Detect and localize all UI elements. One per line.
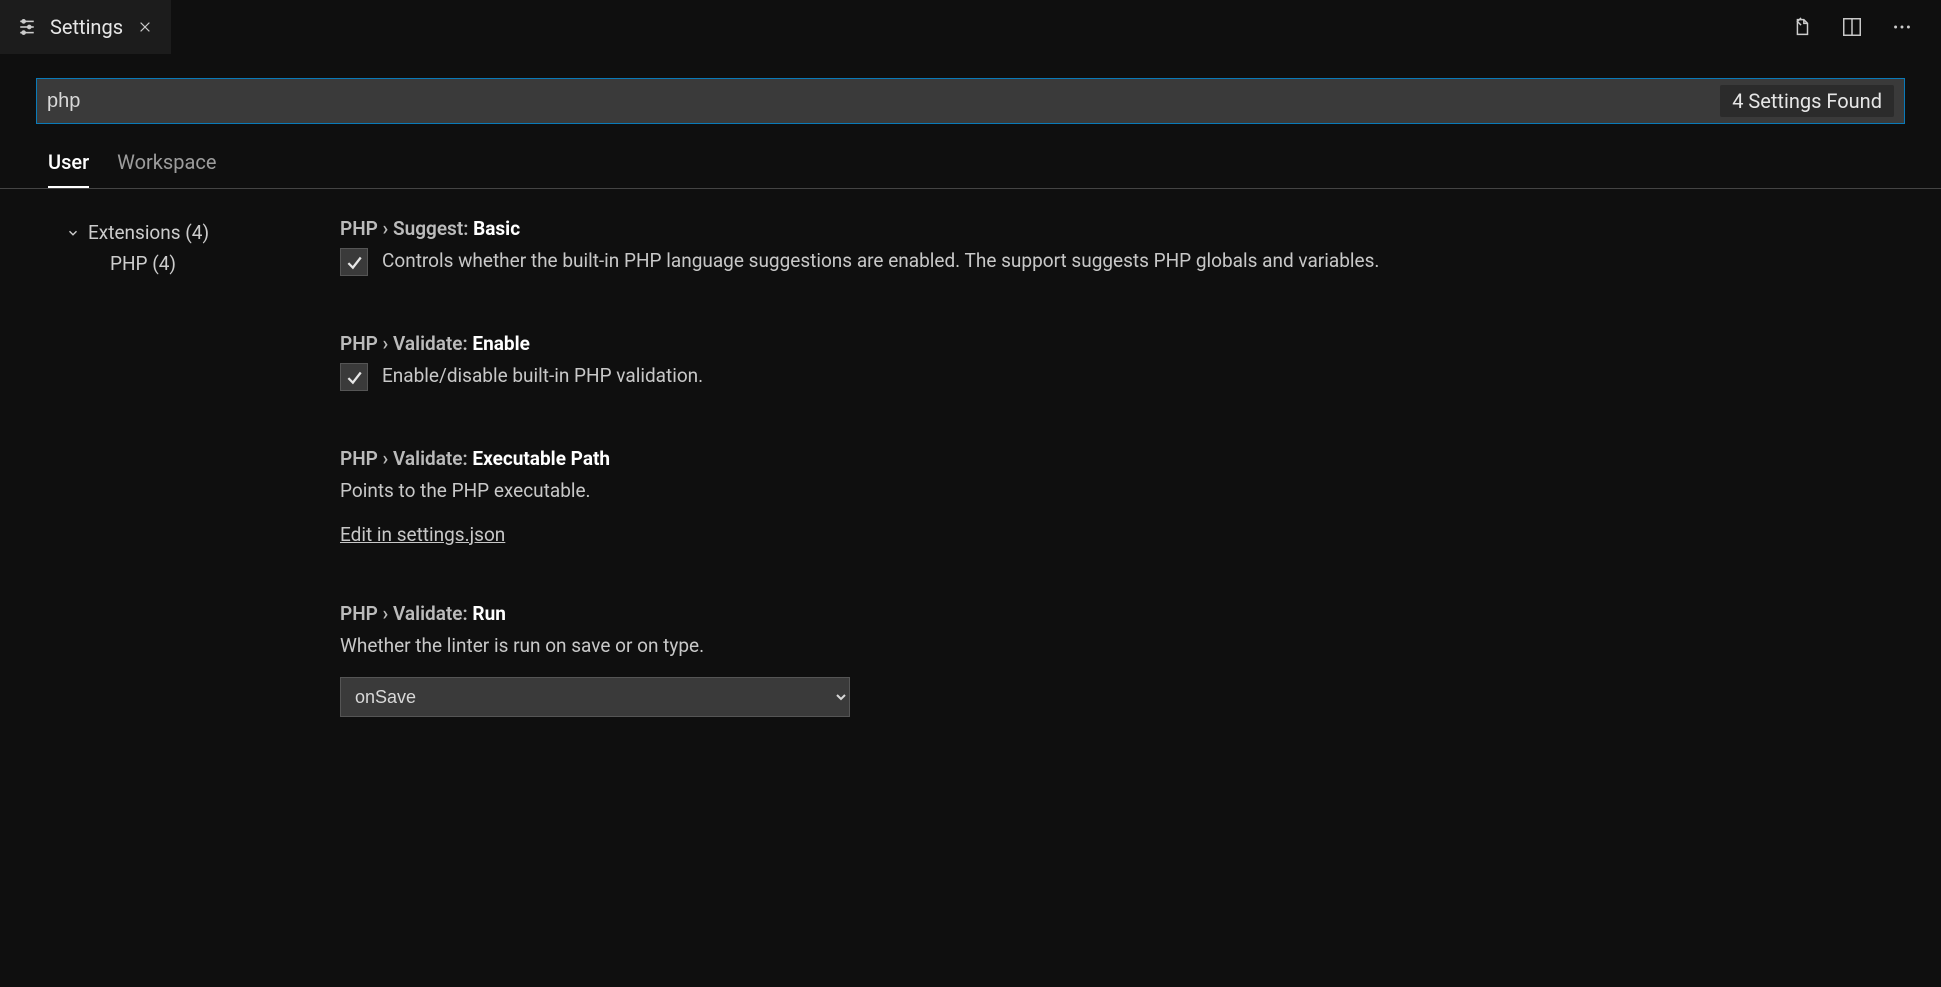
chevron-down-icon [66, 226, 80, 240]
setting-scope-label: PHP › Validate: [340, 332, 468, 355]
more-actions-icon[interactable] [1891, 16, 1913, 38]
setting-name-label: Basic [473, 217, 520, 240]
title-actions [1791, 16, 1941, 38]
setting-name-label: Enable [472, 332, 529, 355]
tree-item-label: Extensions (4) [88, 221, 209, 244]
setting-scope-label: PHP › Validate: [340, 602, 468, 625]
setting-scope-label: PHP › Validate: [340, 447, 468, 470]
search-input[interactable] [47, 79, 1720, 123]
settings-list: PHP › Suggest: Basic Controls whether th… [316, 217, 1905, 773]
setting-title: PHP › Validate: Executable Path [340, 447, 1905, 470]
validate-run-select[interactable]: onSave [340, 677, 850, 717]
search-row: 4 Settings Found [0, 54, 1941, 136]
close-icon[interactable] [137, 19, 153, 35]
setting-description: Whether the linter is run on save or on … [340, 633, 1905, 660]
edit-in-settings-json-link[interactable]: Edit in settings.json [340, 523, 505, 546]
setting-title: PHP › Suggest: Basic [340, 217, 1905, 240]
settings-list-icon [18, 18, 36, 36]
setting-description: Points to the PHP executable. [340, 478, 1905, 505]
checkbox[interactable] [340, 363, 368, 391]
split-editor-icon[interactable] [1841, 16, 1863, 38]
tab-label: Settings [50, 15, 123, 39]
tab-group: Settings [0, 0, 171, 54]
setting-php-validate-run: PHP › Validate: Run Whether the linter i… [340, 602, 1905, 718]
search-input-wrap: 4 Settings Found [36, 78, 1905, 124]
setting-description: Controls whether the built-in PHP langua… [382, 248, 1379, 275]
check-icon [345, 253, 363, 271]
tree-item-extensions[interactable]: Extensions (4) [36, 217, 316, 248]
setting-name-label: Run [472, 602, 505, 625]
search-count-badge: 4 Settings Found [1720, 85, 1894, 117]
open-settings-json-icon[interactable] [1791, 16, 1813, 38]
check-icon [345, 368, 363, 386]
setting-title: PHP › Validate: Run [340, 602, 1905, 625]
setting-body: Enable/disable built-in PHP validation. [340, 363, 1905, 391]
tree-item-php[interactable]: PHP (4) [36, 248, 316, 279]
setting-description: Enable/disable built-in PHP validation. [382, 363, 703, 390]
scope-tab-workspace[interactable]: Workspace [117, 150, 216, 188]
setting-php-suggest-basic: PHP › Suggest: Basic Controls whether th… [340, 217, 1905, 276]
tab-settings[interactable]: Settings [0, 0, 171, 54]
setting-title: PHP › Validate: Enable [340, 332, 1905, 355]
setting-scope-label: PHP › Suggest: [340, 217, 468, 240]
scope-row: User Workspace [0, 136, 1941, 189]
setting-name-label: Executable Path [472, 447, 610, 470]
titlebar: Settings [0, 0, 1941, 54]
settings-tree: Extensions (4) PHP (4) [36, 217, 316, 773]
body-area: Extensions (4) PHP (4) PHP › Suggest: Ba… [0, 189, 1941, 773]
checkbox[interactable] [340, 248, 368, 276]
tree-item-label: PHP (4) [110, 252, 176, 275]
scope-tab-user[interactable]: User [48, 150, 89, 188]
setting-body: Controls whether the built-in PHP langua… [340, 248, 1905, 276]
setting-php-validate-enable: PHP › Validate: Enable Enable/disable bu… [340, 332, 1905, 391]
setting-php-validate-executable-path: PHP › Validate: Executable Path Points t… [340, 447, 1905, 546]
